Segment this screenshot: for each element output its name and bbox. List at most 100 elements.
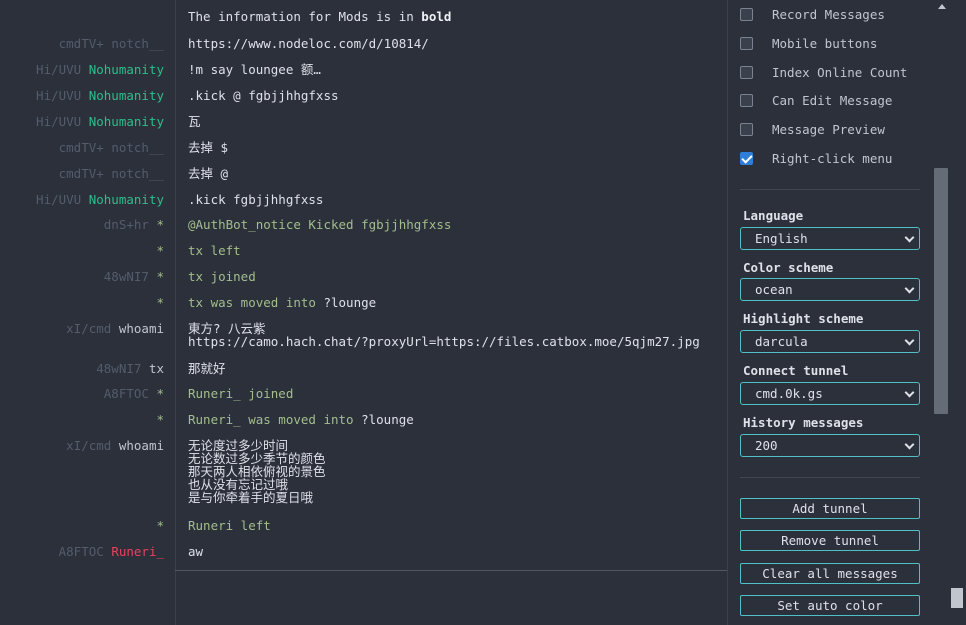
channel-link[interactable]: ?lounge — [361, 412, 414, 427]
setting-select[interactable]: cmd.0k.gs — [740, 382, 920, 405]
message-sender: xI/cmd whoami — [0, 322, 164, 335]
separator — [740, 477, 920, 478]
setting-select[interactable]: darcula — [740, 330, 920, 353]
tripcode: 48wNI7 — [103, 269, 149, 284]
setting-button[interactable]: Add tunnel — [740, 498, 920, 519]
message-text-part: Runeri_ was moved into — [188, 412, 362, 427]
message-text: tx joined — [188, 269, 256, 284]
chat-app: The information for Mods is in bold cmdTV… — [0, 0, 966, 625]
tripcode: A8FTOC — [58, 544, 104, 559]
checkbox[interactable] — [740, 65, 753, 79]
message-sender: dnS+hr * — [0, 218, 164, 231]
setting-checkbox-row[interactable]: Message Preview — [740, 121, 885, 137]
system-marker: * — [156, 295, 164, 310]
checkbox[interactable] — [740, 36, 753, 50]
nickname[interactable]: notch__ — [111, 166, 164, 181]
setting-button[interactable]: Remove tunnel — [740, 530, 920, 551]
chevron-down-icon — [904, 232, 915, 243]
message-sender: Hi/UVU Nohumanity — [0, 193, 164, 206]
message-sender: 48wNI7 * — [0, 270, 164, 283]
nickname[interactable]: whoami — [119, 438, 164, 453]
nickname[interactable]: Nohumanity — [89, 192, 164, 207]
message-text: Runeri_ joined — [188, 386, 294, 401]
sidebar-scrollbar[interactable] — [933, 0, 966, 625]
tripcode: xI/cmd — [66, 438, 112, 453]
tripcode: Hi/UVU — [36, 88, 82, 103]
message-text: Runeri_ was moved into ?lounge — [188, 413, 718, 426]
message-sender: * — [0, 244, 164, 257]
checkbox[interactable] — [740, 122, 753, 136]
setting-checkbox-row[interactable]: Right-click menu — [740, 150, 892, 166]
setting-checkbox-row[interactable]: Can Edit Message — [740, 92, 892, 108]
checkbox-label: Index Online Count — [772, 64, 908, 80]
system-marker: * — [156, 518, 164, 533]
select-value: 200 — [755, 438, 778, 453]
channel-link[interactable]: ?lounge — [323, 295, 376, 310]
message-sender: cmdTV+ notch__ — [0, 37, 164, 50]
message-list: The information for Mods is in bold cmdTV… — [0, 0, 727, 570]
checkbox[interactable] — [740, 93, 753, 107]
message-sender: Hi/UVU Nohumanity — [0, 63, 164, 76]
setting-checkbox-row[interactable]: Index Online Count — [740, 64, 907, 80]
nickname[interactable]: Nohumanity — [89, 114, 164, 129]
message-text: tx was moved into ?lounge — [188, 296, 718, 309]
message-sender: Hi/UVU Nohumanity — [0, 115, 164, 128]
tripcode: dnS+hr — [103, 217, 149, 232]
select-value: ocean — [755, 282, 793, 297]
system-marker: * — [156, 269, 164, 284]
select-value: darcula — [755, 334, 808, 349]
nickname[interactable]: tx — [149, 361, 164, 376]
message-text: .kick fgbjjhhgfxss — [188, 192, 324, 207]
message-text: 那就好 — [188, 361, 226, 376]
message-sender: Hi/UVU Nohumanity — [0, 89, 164, 102]
tripcode: cmdTV+ — [58, 140, 104, 155]
separator — [740, 189, 920, 190]
message-text: 東方? 八云紫 https://camo.hach.chat/?proxyUrl… — [188, 321, 700, 349]
setting-button[interactable]: Set auto color — [740, 595, 920, 616]
chat-input[interactable] — [176, 571, 727, 625]
nickname[interactable]: notch__ — [111, 36, 164, 51]
checkbox-label: Mobile buttons — [772, 35, 878, 51]
select-value: English — [755, 231, 808, 246]
tripcode: Hi/UVU — [36, 62, 82, 77]
setting-select[interactable]: English — [740, 227, 920, 250]
nickname[interactable]: Runeri_ — [111, 544, 164, 559]
chevron-down-icon — [904, 387, 915, 398]
nickname[interactable]: notch__ — [111, 140, 164, 155]
message-sender: 48wNI7 tx — [0, 362, 164, 375]
setting-button[interactable]: Clear all messages — [740, 563, 920, 584]
setting-label: Language — [743, 208, 804, 223]
message-text: !m say loungee 额… — [188, 62, 321, 77]
setting-checkbox-row[interactable]: Record Messages — [740, 6, 885, 22]
message-text: 瓦 — [188, 114, 201, 129]
setting-label: Highlight scheme — [743, 311, 864, 326]
nickname[interactable]: whoami — [119, 321, 164, 336]
checkbox-label: Right-click menu — [772, 150, 893, 166]
setting-select[interactable]: ocean — [740, 278, 920, 301]
select-value: cmd.0k.gs — [755, 386, 823, 401]
message-text: @AuthBot_notice Kicked fgbjjhhgfxss — [188, 217, 452, 232]
scroll-up-arrow-icon[interactable] — [938, 4, 946, 9]
system-marker: * — [156, 243, 164, 258]
checkbox-label: Can Edit Message — [772, 92, 893, 108]
message-sender: cmdTV+ notch__ — [0, 167, 164, 180]
page-scroll-thumb[interactable] — [951, 588, 963, 608]
message-text: https://www.nodeloc.com/d/10814/ — [188, 36, 429, 51]
nickname[interactable]: Nohumanity — [89, 62, 164, 77]
message-text: Runeri left — [188, 518, 271, 533]
setting-checkbox-row[interactable]: Mobile buttons — [740, 35, 877, 51]
tripcode: xI/cmd — [66, 321, 112, 336]
message-sender: cmdTV+ notch__ — [0, 141, 164, 154]
checkbox-checked[interactable] — [740, 151, 753, 165]
message-text: 去掉 @ — [188, 166, 229, 181]
message-text: aw — [188, 544, 204, 559]
system-marker: * — [156, 217, 164, 232]
checkbox[interactable] — [740, 7, 753, 21]
message-text-part: tx was moved into — [188, 295, 324, 310]
message-text-bold: bold — [421, 9, 452, 24]
setting-select[interactable]: 200 — [740, 434, 920, 457]
message-sender: * — [0, 296, 164, 309]
nickname[interactable]: Nohumanity — [89, 88, 164, 103]
tripcode: cmdTV+ — [58, 36, 104, 51]
scroll-thumb[interactable] — [934, 168, 948, 414]
